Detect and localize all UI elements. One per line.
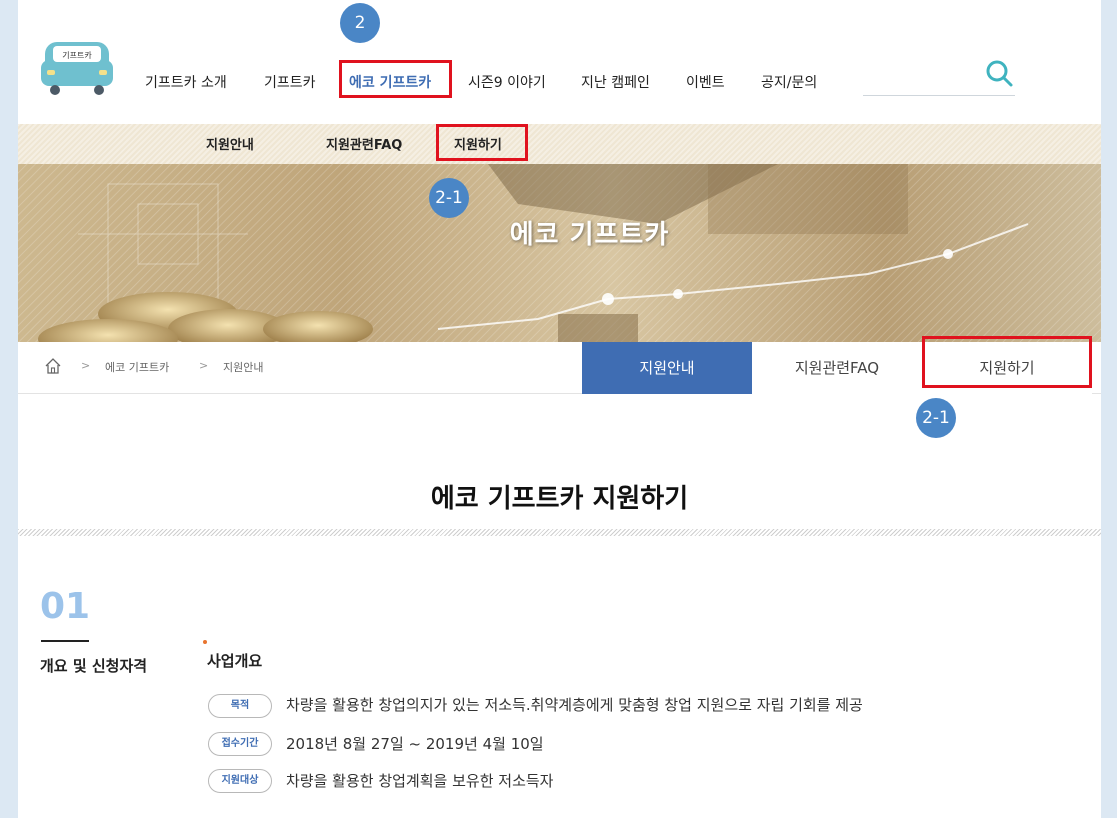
- tab-faq[interactable]: 지원관련FAQ: [752, 342, 922, 394]
- section-number: 01: [40, 586, 91, 627]
- nav-item-notice-inquiry[interactable]: 공지/문의: [761, 72, 817, 92]
- title-divider: [18, 529, 1101, 536]
- highlight-tab-apply: [922, 336, 1092, 388]
- nav-item-gift-car-intro[interactable]: 기프트카 소개: [145, 72, 227, 92]
- heading-dot-icon: [203, 640, 207, 644]
- application-period-tag: 접수기간: [208, 732, 272, 756]
- annotation-badge: 2-1: [429, 178, 469, 218]
- section-label: 개요 및 신청자격: [40, 657, 148, 675]
- target-tag: 지원대상: [208, 769, 272, 793]
- logo-car-icon[interactable]: 기프트카: [39, 36, 115, 98]
- annotation-badge: 2-1: [916, 398, 956, 438]
- nav-item-season9-story[interactable]: 시즌9 이야기: [468, 72, 546, 92]
- subnav-item-faq[interactable]: 지원관련FAQ: [326, 134, 402, 153]
- breadcrumb-separator: >: [199, 359, 209, 372]
- nav-item-gift-car[interactable]: 기프트카: [264, 72, 316, 92]
- application-period-text: 2018년 8월 27일 ~ 2019년 4월 10일: [286, 735, 544, 753]
- nav-item-past-campaigns[interactable]: 지난 캠페인: [581, 72, 650, 92]
- breadcrumb-separator: >: [81, 359, 91, 372]
- search-icon[interactable]: [984, 58, 1014, 88]
- sub-navigation-bar: [18, 124, 1101, 164]
- breadcrumb-guide[interactable]: 지원안내: [223, 359, 263, 375]
- highlight-nav-eco-gift-car: [339, 60, 452, 98]
- purpose-tag: 목적: [208, 694, 272, 718]
- subnav-item-guide[interactable]: 지원안내: [206, 134, 254, 153]
- section-heading: 사업개요: [207, 652, 263, 670]
- target-text: 차량을 활용한 창업계획을 보유한 저소득자: [286, 772, 554, 790]
- breadcrumb-eco-gift-car[interactable]: 에코 기프트카: [105, 359, 169, 375]
- annotation-badge: 2: [340, 3, 380, 43]
- banner-title: 에코 기프트카: [509, 220, 670, 250]
- section-number-divider: [41, 640, 89, 642]
- tab-guide[interactable]: 지원안내: [582, 342, 752, 394]
- logo-text: 기프트카: [62, 51, 92, 60]
- search-input-underline[interactable]: [863, 95, 1015, 96]
- page-title: 에코 기프트카 지원하기: [430, 484, 689, 514]
- nav-item-events[interactable]: 이벤트: [686, 72, 725, 92]
- highlight-subnav-apply: [436, 124, 528, 161]
- hero-banner: [18, 164, 1101, 342]
- page-frame: 기프트카 기프트카 소개 기프트카 에코 기프트카 시즌9 이야기 지난 캠페인…: [18, 0, 1101, 818]
- banner-graphic: [18, 164, 1101, 342]
- home-icon[interactable]: [44, 357, 62, 375]
- purpose-text: 차량을 활용한 창업의지가 있는 저소득.취약계층에게 맞춤형 창업 지원으로 …: [286, 696, 863, 714]
